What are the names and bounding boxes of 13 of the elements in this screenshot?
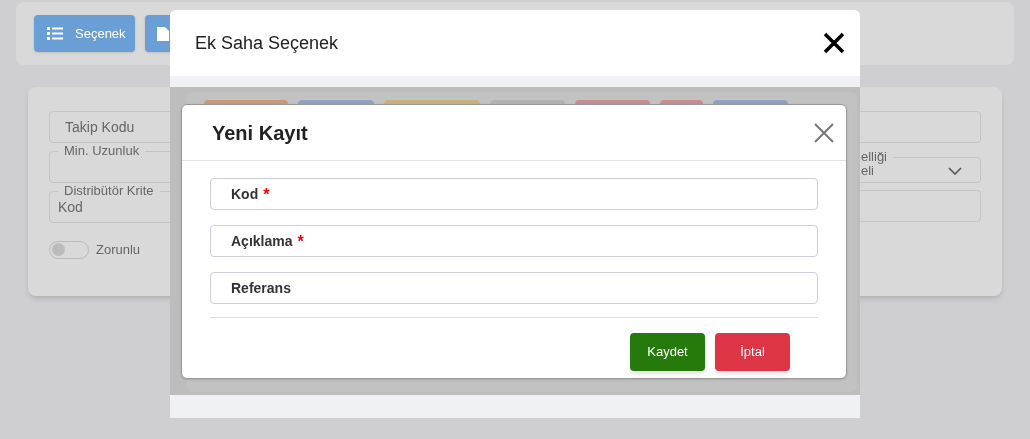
chevron-down-icon <box>948 166 962 175</box>
input-field[interactable]: Referans <box>210 272 818 304</box>
dialog-title: Yeni Kayıt <box>212 120 308 146</box>
input-field[interactable]: Açıklama * <box>210 225 818 257</box>
toggle-switch[interactable] <box>49 240 89 259</box>
list-icon <box>47 27 63 40</box>
close-icon[interactable] <box>823 32 845 54</box>
cancel-button[interactable]: İptal <box>715 333 790 371</box>
toggle-label: Zorunlu <box>96 241 141 259</box>
save-button[interactable]: Kaydet <box>630 333 705 371</box>
modal-title: Ek Saha Seçenek <box>195 31 339 55</box>
input-field[interactable]: Kod * <box>210 178 818 210</box>
toolbar-button[interactable]: Seçenek <box>34 15 135 52</box>
